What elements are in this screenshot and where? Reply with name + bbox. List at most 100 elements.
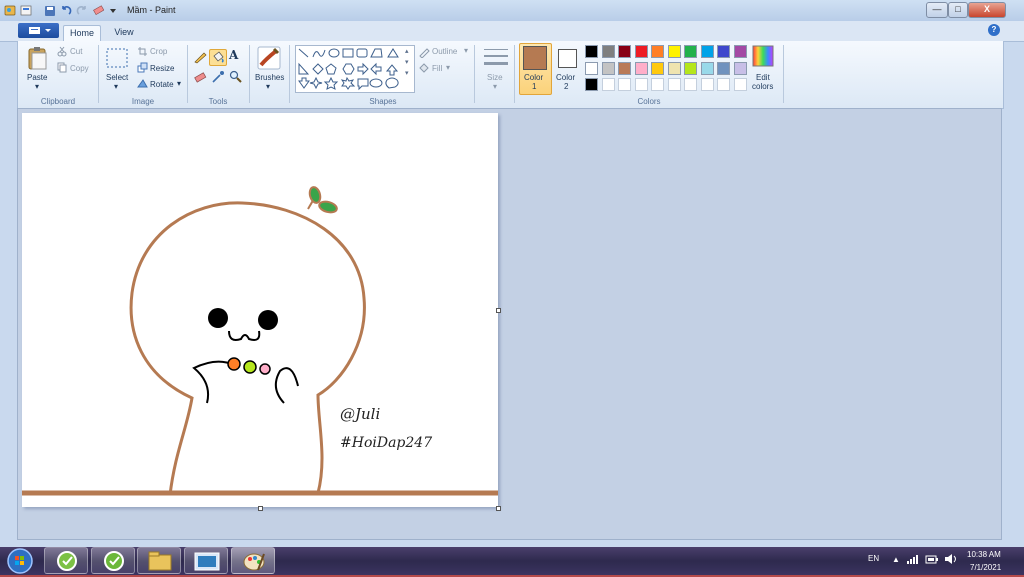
outline-label[interactable]: Outline bbox=[432, 47, 457, 56]
fill-icon[interactable] bbox=[418, 62, 430, 75]
magnifier-icon[interactable] bbox=[229, 70, 243, 86]
volume-icon[interactable] bbox=[944, 553, 958, 567]
palette-swatch[interactable] bbox=[700, 78, 714, 91]
palette-swatch[interactable] bbox=[585, 61, 598, 75]
palette-swatch[interactable] bbox=[634, 45, 648, 58]
cut-label[interactable]: Cut bbox=[70, 47, 82, 56]
crop-icon[interactable] bbox=[137, 46, 147, 59]
battery-icon[interactable] bbox=[925, 553, 939, 567]
size-label[interactable]: Size bbox=[487, 73, 503, 82]
select-label[interactable]: Select bbox=[106, 73, 128, 82]
palette-swatch[interactable] bbox=[651, 45, 664, 58]
color1-number[interactable]: 1 bbox=[532, 82, 536, 91]
size-dropdown-icon[interactable]: ▾ bbox=[493, 82, 497, 91]
palette-swatch[interactable] bbox=[700, 45, 714, 58]
fill-label[interactable]: Fill bbox=[432, 64, 442, 73]
undo-icon[interactable] bbox=[60, 4, 72, 17]
save-icon[interactable] bbox=[44, 4, 56, 17]
palette-swatch[interactable] bbox=[601, 61, 615, 75]
eraser-icon[interactable] bbox=[193, 70, 207, 86]
palette-swatch[interactable] bbox=[684, 61, 697, 75]
paste-dropdown-icon[interactable]: ▾ bbox=[35, 82, 39, 91]
clock-time[interactable]: 10:38 AM bbox=[967, 550, 1001, 559]
shapes-gallery[interactable] bbox=[295, 45, 415, 93]
resize-icon[interactable] bbox=[137, 62, 148, 75]
language-indicator[interactable]: EN bbox=[868, 554, 879, 563]
taskbar-app-1[interactable] bbox=[44, 547, 88, 574]
palette-swatch[interactable] bbox=[618, 45, 631, 58]
size-icon[interactable] bbox=[483, 46, 509, 72]
customize-qa-icon[interactable] bbox=[108, 4, 118, 17]
palette-swatch[interactable] bbox=[651, 61, 664, 75]
rotate-dropdown-icon[interactable]: ▾ bbox=[177, 79, 181, 88]
taskbar-paint[interactable] bbox=[231, 547, 275, 574]
edit-colors-label-1[interactable]: Edit bbox=[756, 73, 770, 82]
palette-swatch[interactable] bbox=[585, 45, 598, 58]
palette-swatch[interactable] bbox=[717, 61, 730, 75]
tab-view[interactable]: View bbox=[110, 25, 138, 41]
color1-label[interactable]: Color bbox=[524, 73, 543, 82]
text-tool-icon[interactable]: A bbox=[229, 48, 238, 62]
crop-label[interactable]: Crop bbox=[150, 47, 167, 56]
eraser-quick-icon[interactable] bbox=[92, 4, 105, 17]
minimize-button[interactable]: — bbox=[926, 2, 948, 18]
palette-swatch[interactable] bbox=[667, 61, 681, 75]
start-button[interactable] bbox=[4, 547, 36, 577]
color-picker-icon[interactable] bbox=[211, 70, 225, 86]
taskbar-photo-viewer[interactable] bbox=[184, 547, 228, 574]
select-icon[interactable] bbox=[105, 47, 129, 71]
brushes-icon[interactable] bbox=[256, 45, 282, 73]
copy-icon[interactable] bbox=[57, 62, 67, 75]
edit-colors-icon[interactable] bbox=[752, 45, 774, 69]
palette-swatch[interactable] bbox=[717, 45, 730, 58]
resize-label[interactable]: Resize bbox=[150, 64, 174, 73]
show-hidden-icons[interactable]: ▲ bbox=[892, 555, 900, 564]
edit-colors-label-2[interactable]: colors bbox=[752, 82, 773, 91]
resize-handle-right[interactable] bbox=[496, 308, 501, 313]
palette-swatch[interactable] bbox=[618, 78, 631, 91]
close-button[interactable]: X bbox=[968, 2, 1006, 18]
palette-swatch[interactable] bbox=[634, 61, 648, 75]
palette-swatch[interactable] bbox=[651, 78, 664, 91]
color2-label[interactable]: Color bbox=[556, 73, 575, 82]
rotate-icon[interactable] bbox=[137, 78, 148, 91]
palette-swatch[interactable] bbox=[700, 61, 714, 75]
paste-icon[interactable] bbox=[27, 45, 49, 73]
properties-icon[interactable] bbox=[20, 4, 32, 17]
palette-swatch[interactable] bbox=[585, 78, 598, 91]
fill-bucket-icon[interactable] bbox=[209, 49, 227, 66]
taskbar-explorer[interactable] bbox=[137, 547, 181, 574]
network-icon[interactable] bbox=[906, 553, 920, 567]
palette-swatch[interactable] bbox=[684, 78, 697, 91]
brushes-label[interactable]: Brushes bbox=[255, 73, 284, 82]
outline-dropdown-icon[interactable]: ▾ bbox=[464, 46, 468, 55]
resize-handle-bottom[interactable] bbox=[258, 506, 263, 511]
palette-swatch[interactable] bbox=[733, 45, 747, 58]
tab-home[interactable]: Home bbox=[63, 25, 101, 42]
rotate-label[interactable]: Rotate bbox=[150, 80, 174, 89]
copy-label[interactable]: Copy bbox=[70, 64, 89, 73]
paste-label[interactable]: Paste bbox=[27, 73, 47, 82]
pencil-icon[interactable] bbox=[193, 50, 207, 66]
color2-swatch[interactable] bbox=[558, 49, 577, 68]
color2-number[interactable]: 2 bbox=[564, 82, 568, 91]
palette-swatch[interactable] bbox=[717, 78, 730, 91]
palette-swatch[interactable] bbox=[618, 61, 631, 75]
paint-app-icon[interactable] bbox=[4, 4, 16, 17]
resize-handle-corner[interactable] bbox=[496, 506, 501, 511]
brushes-dropdown-icon[interactable]: ▾ bbox=[266, 82, 270, 91]
redo-icon[interactable] bbox=[76, 4, 88, 17]
color1-swatch[interactable] bbox=[523, 46, 547, 70]
palette-swatch[interactable] bbox=[733, 61, 747, 75]
palette-swatch[interactable] bbox=[634, 78, 648, 91]
clock-date[interactable]: 7/1/2021 bbox=[970, 563, 1001, 572]
palette-swatch[interactable] bbox=[667, 45, 681, 58]
maximize-button[interactable]: □ bbox=[948, 2, 968, 18]
taskbar-app-2[interactable] bbox=[91, 547, 135, 574]
select-dropdown-icon[interactable]: ▾ bbox=[114, 82, 118, 91]
drawing-canvas[interactable]: @Juli #HoiDap247 bbox=[22, 113, 498, 507]
palette-swatch[interactable] bbox=[667, 78, 681, 91]
outline-icon[interactable] bbox=[418, 47, 430, 60]
palette-swatch[interactable] bbox=[601, 45, 615, 58]
fill-dropdown-icon[interactable]: ▾ bbox=[446, 63, 450, 72]
